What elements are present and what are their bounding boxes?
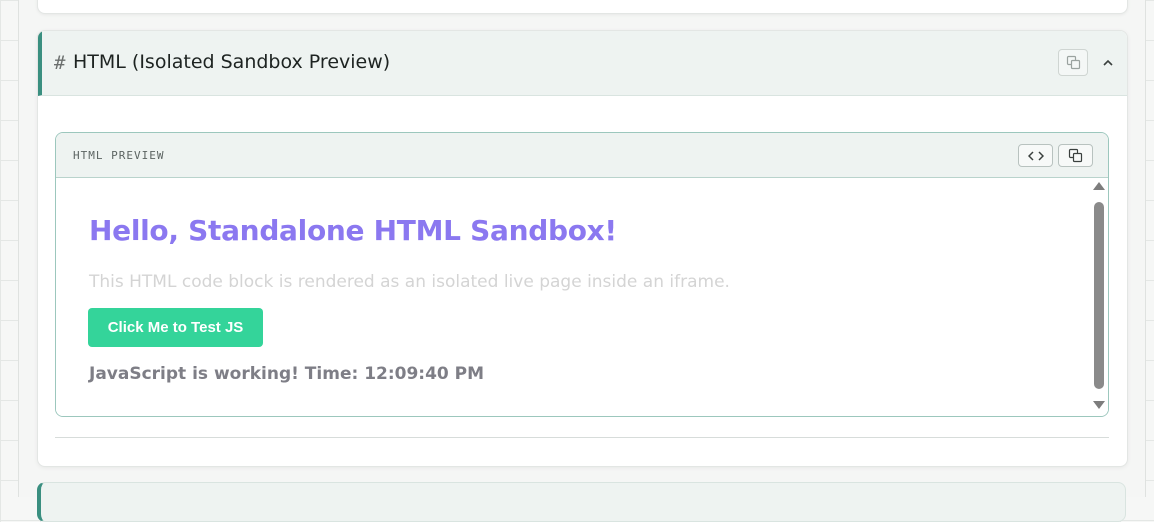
scroll-down-arrow-icon[interactable] <box>1093 401 1105 409</box>
copy-code-button[interactable] <box>1058 144 1093 167</box>
preview-header: HTML PREVIEW <box>56 133 1108 178</box>
heading-hash: # <box>54 52 66 74</box>
view-code-button[interactable] <box>1018 144 1053 167</box>
chevron-up-icon <box>1103 59 1113 66</box>
section-header: # HTML (Isolated Sandbox Preview) <box>38 31 1127 96</box>
html-preview-panel: HTML PREVIEW Hello, Standalone HTML Sand… <box>55 132 1109 417</box>
copy-icon <box>1066 55 1080 70</box>
js-status-text: JavaScript is working! Time: 12:09:40 PM <box>89 364 485 384</box>
section-divider <box>55 437 1109 438</box>
scroll-up-arrow-icon[interactable] <box>1093 182 1105 190</box>
previous-card <box>37 0 1128 14</box>
test-js-button[interactable]: Click Me to Test JS <box>88 308 263 347</box>
preview-label: HTML PREVIEW <box>73 149 165 162</box>
sandbox-iframe: Hello, Standalone HTML Sandbox! This HTM… <box>56 178 1108 416</box>
html-sandbox-section: # HTML (Isolated Sandbox Preview) HTML P… <box>37 30 1128 467</box>
collapse-section-button[interactable] <box>1096 51 1120 75</box>
code-brackets-icon <box>1027 150 1044 161</box>
copy-icon <box>1068 148 1083 163</box>
section-title: HTML (Isolated Sandbox Preview) <box>73 51 391 73</box>
sandbox-heading: Hello, Standalone HTML Sandbox! <box>89 214 617 247</box>
next-section-header <box>37 482 1126 522</box>
copy-section-button[interactable] <box>1058 49 1088 76</box>
sandbox-paragraph: This HTML code block is rendered as an i… <box>89 272 730 292</box>
scrollbar-thumb[interactable] <box>1094 202 1104 389</box>
